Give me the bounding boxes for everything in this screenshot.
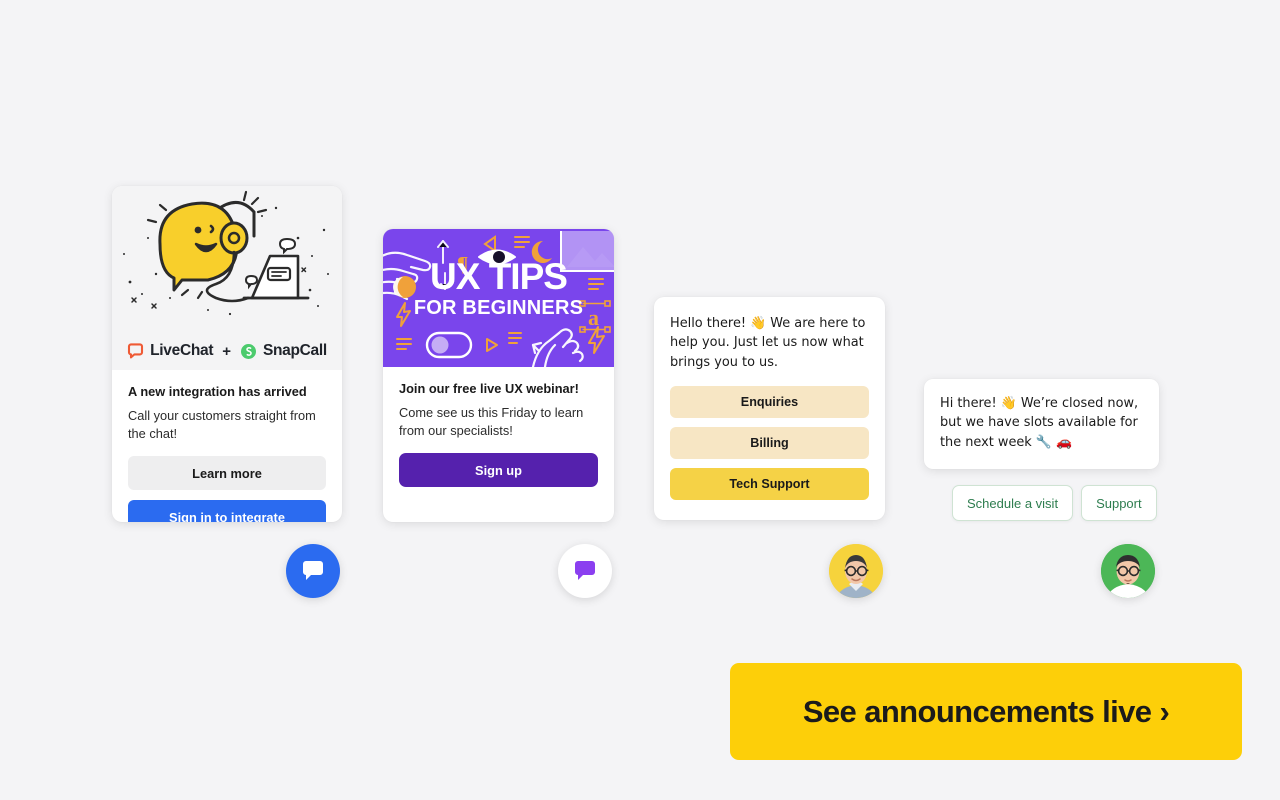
choice-tech-support[interactable]: Tech Support xyxy=(670,468,869,501)
closed-now-body: Hi there! 👋 We’re closed now, but we hav… xyxy=(924,379,1159,467)
card-closed-now: Hi there! 👋 We’re closed now, but we hav… xyxy=(924,379,1159,469)
learn-more-button[interactable]: Learn more xyxy=(128,456,326,491)
livechat-bubble-icon xyxy=(128,342,144,358)
ux-tips-body: Join our free live UX webinar! Come see … xyxy=(383,367,614,503)
livechat-label: LiveChat xyxy=(150,342,214,359)
card-ux-tips: ¶ a UX TIPS FOR BEGINNERS Join our free … xyxy=(383,229,614,522)
integration-title: A new integration has arrived xyxy=(128,384,307,399)
chat-launcher-avatar-green[interactable] xyxy=(1101,544,1155,598)
choice-billing[interactable]: Billing xyxy=(670,427,869,460)
sign-up-button[interactable]: Sign up xyxy=(399,453,598,488)
brand-lockup: LiveChat + SnapCall xyxy=(112,332,342,370)
snapcall-label: SnapCall xyxy=(262,342,327,359)
avatar xyxy=(1101,544,1155,598)
quick-reply-support[interactable]: Support xyxy=(1081,485,1157,521)
chat-bubble-icon xyxy=(575,561,595,580)
closed-now-message: Hi there! 👋 We’re closed now, but we hav… xyxy=(940,396,1139,450)
card-greeting: Hello there! 👋 We are here to help you. … xyxy=(654,297,885,520)
livechat-logo: LiveChat xyxy=(127,342,213,360)
greeting-body: Hello there! 👋 We are here to help you. … xyxy=(654,297,885,516)
integration-subtitle: Call your customers straight from the ch… xyxy=(128,408,316,441)
choice-enquiries[interactable]: Enquiries xyxy=(670,386,869,419)
sign-in-to-integrate-button[interactable]: Sign in to integrate xyxy=(128,500,326,522)
integration-illustration xyxy=(112,186,342,332)
snapcall-logo: SnapCall xyxy=(240,342,327,360)
ux-tips-banner: ¶ a UX TIPS FOR BEGINNERS xyxy=(383,229,614,367)
chat-bubble-icon xyxy=(303,561,323,580)
brand-separator: + xyxy=(222,342,231,360)
see-announcements-live-button[interactable]: See announcements live › xyxy=(730,663,1242,760)
closed-now-quick-replies: Schedule a visit Support xyxy=(952,485,1157,521)
chat-launcher-avatar-yellow[interactable] xyxy=(829,544,883,598)
card-integration: LiveChat + SnapCall A new integration ha… xyxy=(112,186,342,522)
chat-launcher-blue[interactable] xyxy=(286,544,340,598)
avatar xyxy=(829,544,883,598)
snapcall-circle-icon xyxy=(240,343,256,359)
integration-body: A new integration has arrived Call your … xyxy=(112,370,342,522)
page-canvas: LiveChat + SnapCall A new integration ha… xyxy=(0,0,1280,800)
ux-tips-title: Join our free live UX webinar! xyxy=(399,381,579,396)
ux-tips-subtitle: Come see us this Friday to learn from ou… xyxy=(399,405,584,438)
chat-launcher-white[interactable] xyxy=(558,544,612,598)
greeting-message: Hello there! 👋 We are here to help you. … xyxy=(670,316,866,370)
svg-text:¶: ¶ xyxy=(457,252,468,276)
quick-reply-schedule-a-visit[interactable]: Schedule a visit xyxy=(952,485,1074,521)
